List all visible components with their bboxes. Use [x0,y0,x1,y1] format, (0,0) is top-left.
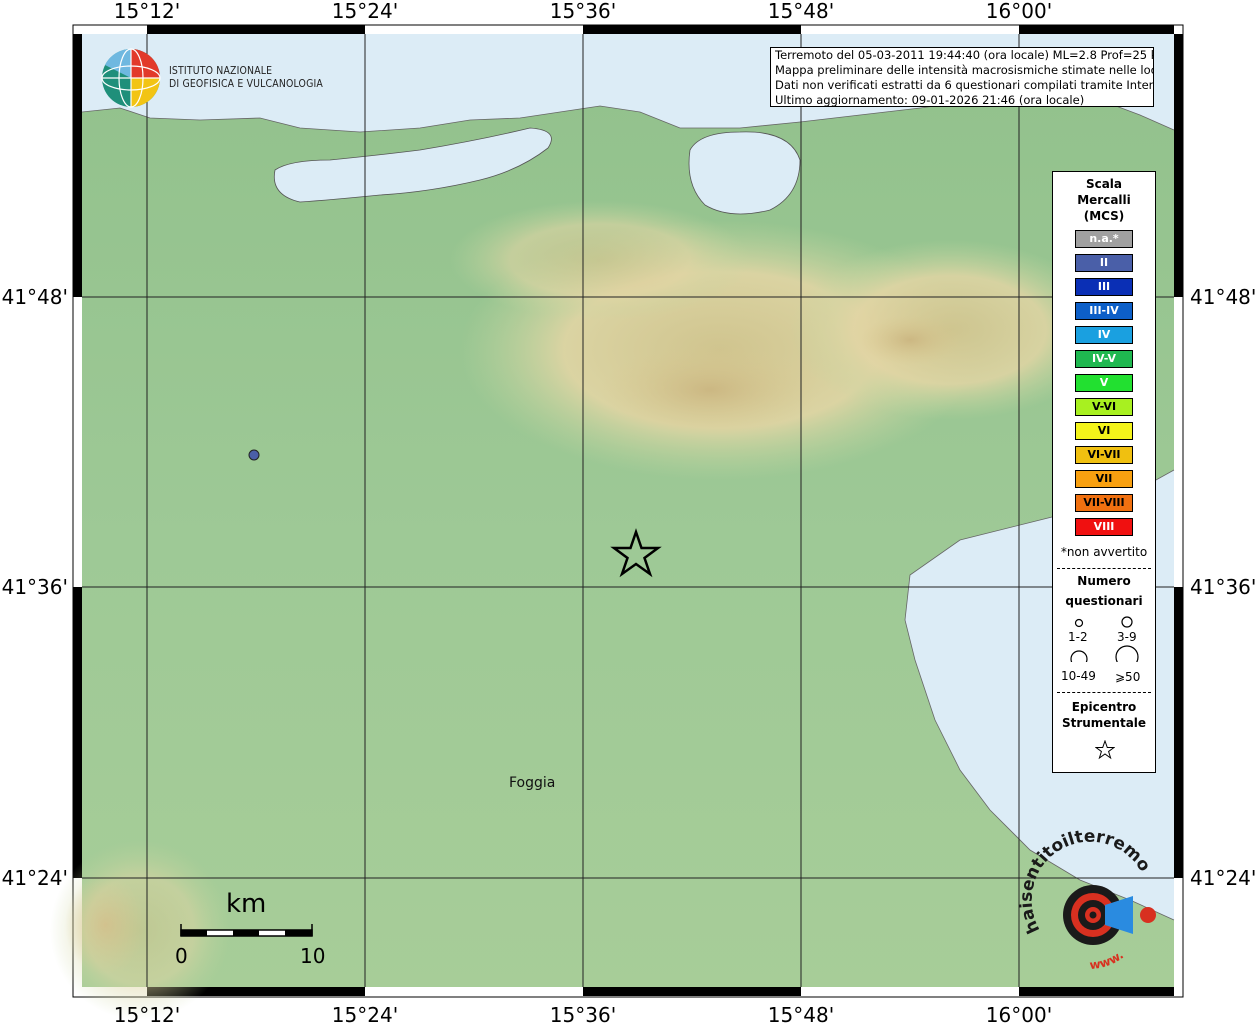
lat-label-left: 41°48' [2,285,68,309]
logo-line-2: DI GEOFISICA E VULCANOLOGIA [169,77,324,90]
lon-label-top: 15°12' [114,0,180,23]
mcs-scale-item: VIII [1075,518,1133,536]
lon-label-bottom: 15°36' [550,1003,616,1024]
lon-label-top: 15°36' [550,0,616,23]
mcs-scale-item: V-VI [1075,398,1133,416]
mcs-scale-item: VII [1075,470,1133,488]
count-label: 1-2 [1068,630,1088,644]
mcs-scale-item: VI-VII [1075,446,1133,464]
lon-label-bottom: 15°12' [114,1003,180,1024]
mcs-scale-item: III [1075,278,1133,296]
count-label: ⩾50 [1115,670,1141,684]
lon-label-bottom: 15°48' [768,1003,834,1024]
count-title: Numero questionari [1065,574,1143,608]
lat-label-right: 41°36' [1190,575,1256,599]
mcs-scale-item: VI [1075,422,1133,440]
lon-label-top: 15°48' [768,0,834,23]
lon-label-top: 16°00' [986,0,1052,23]
lat-label-left: 41°24' [2,866,68,890]
event-info-box: Terremoto del 05-03-2011 19:44:40 (ora l… [770,47,1154,107]
scale-end: 10 [300,944,326,968]
lat-label-left: 41°36' [2,575,68,599]
lat-label-right: 41°48' [1190,285,1256,309]
observation-point[interactable] [248,449,260,461]
count-label: 10-49 [1061,669,1096,683]
scale-start: 0 [175,944,188,968]
mcs-scale-item: IV-V [1075,350,1133,368]
legend-star-icon [1095,740,1115,760]
legend-separator [1057,692,1151,693]
event-info-line: Mappa preliminare delle intensità macros… [775,63,1153,77]
legend-title: Scala Mercalli (MCS) [1077,177,1131,223]
event-info-line: Ultimo aggiornamento: 09-01-2026 21:46 (… [775,93,1085,107]
scale-unit: km [226,889,267,919]
map-area [50,34,1175,1020]
legend-separator [1057,568,1151,569]
lon-label-top: 15°24' [332,0,398,23]
lon-label-bottom: 16°00' [986,1003,1052,1024]
mcs-scale-item: III-IV [1075,302,1133,320]
lon-label-bottom: 15°24' [332,1003,398,1024]
event-info-line: Dati non verificati estratti da 6 questi… [775,78,1153,92]
mcs-scale-item: V [1075,374,1133,392]
mcs-scale-item: VII-VIII [1075,494,1133,512]
ingv-logo-icon [101,48,161,108]
town-label-foggia: Foggia [509,775,556,791]
mcs-legend: Scala Mercalli (MCS) n.a.* II III III-IV IV I… [1052,171,1156,773]
mcs-scale-item: n.a.* [1075,230,1133,248]
epicenter-title: Epicentro Strumentale [1061,700,1147,730]
event-info-line: Terremoto del 05-03-2011 19:44:40 (ora l… [775,48,1153,62]
legend-note: *non avvertito [1060,545,1148,559]
ingv-logo-text: ISTITUTO NAZIONALE DI GEOFISICA E VULCAN… [169,64,323,90]
count-label: 3-9 [1117,630,1137,644]
mcs-scale-item: IV [1075,326,1133,344]
lat-label-right: 41°24' [1190,866,1256,890]
logo-line-1: ISTITUTO NAZIONALE [169,64,273,77]
mcs-scale-item: II [1075,254,1133,272]
